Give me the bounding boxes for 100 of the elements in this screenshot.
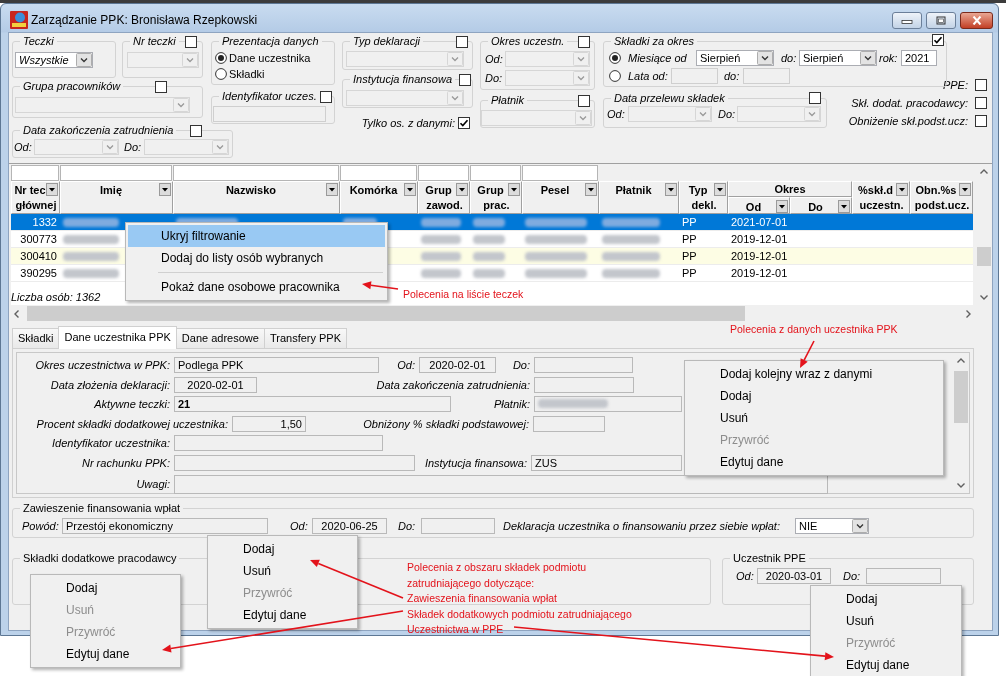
checkbox[interactable] [155, 81, 167, 93]
menu-item[interactable]: Edytuj dane [813, 654, 959, 676]
input-field[interactable]: 1,50 [232, 415, 306, 432]
filter-field[interactable] [11, 165, 59, 181]
redacted-text [63, 217, 119, 227]
radio-label[interactable]: Dane uczestnika [229, 52, 311, 64]
checkbox[interactable] [975, 79, 987, 91]
input-field[interactable] [866, 568, 941, 584]
column-header[interactable]: %skł.d uczestn. [852, 181, 910, 214]
checkbox[interactable] [320, 91, 332, 103]
tab[interactable]: Transfery PPK [263, 328, 348, 348]
checkbox-label: Skł. dodat. pracodawcy: [851, 97, 968, 109]
scrollbar-thumb[interactable] [27, 306, 745, 321]
radio-label[interactable]: Lata od: [628, 70, 669, 82]
annotation-text: Polecenia z obszaru składek podmiotu zatrudniającego dotyczące: Zawieszenia finansowania wpłat Składek dodatkowych podmiotu zatrudniającego Uczestnictwa w PPE [407, 560, 632, 637]
group-label: Prezentacja danych [219, 34, 322, 48]
input-field[interactable]: ZUS [531, 454, 682, 471]
column-header[interactable]: Obn.%s podst.ucz. [910, 181, 973, 214]
dropdown[interactable]: Wszystkie [15, 52, 93, 68]
checkbox[interactable] [185, 36, 197, 48]
checkbox[interactable] [459, 74, 471, 86]
menu-item[interactable]: Edytuj dane [687, 451, 941, 473]
dropdown[interactable]: Sierpień [799, 50, 877, 66]
column-header[interactable]: Grup zawod. [418, 181, 470, 214]
input-field[interactable] [421, 518, 495, 534]
checkbox[interactable] [932, 34, 944, 46]
scrollbar-thumb[interactable] [954, 371, 968, 423]
column-header[interactable]: Nazwisko [173, 181, 340, 214]
checkbox[interactable] [975, 115, 987, 127]
input-field[interactable] [534, 376, 634, 393]
column-header[interactable]: Komórka [340, 181, 418, 214]
input-field[interactable]: Przestój ekonomiczny [62, 518, 268, 534]
scrollbar-thumb[interactable] [977, 247, 991, 266]
input-field[interactable] [534, 396, 682, 413]
input-field[interactable]: 21 [174, 396, 451, 413]
input-field[interactable] [671, 68, 718, 84]
column-header[interactable]: Imię [60, 181, 173, 214]
group-label: Nr teczki [130, 34, 179, 48]
close-button[interactable] [960, 12, 993, 29]
menu-item[interactable]: Dodaj [687, 385, 941, 407]
column-header[interactable]: Do [790, 197, 852, 214]
filter-field[interactable] [340, 165, 417, 181]
tab[interactable]: Dane uczestnika PPK [58, 326, 177, 349]
radio-button[interactable] [609, 70, 621, 82]
column-header[interactable]: Grup prac. [470, 181, 522, 214]
menu-item[interactable]: Edytuj dane [210, 604, 355, 626]
input-field[interactable] [174, 435, 383, 452]
checkbox[interactable] [578, 95, 590, 107]
dropdown[interactable]: Sierpień [696, 50, 774, 66]
input-field[interactable] [534, 357, 633, 373]
checkbox[interactable] [456, 36, 468, 48]
column-header[interactable]: Pesel [522, 181, 599, 214]
menu-item[interactable]: Dodaj [813, 588, 959, 610]
checkbox[interactable] [190, 125, 202, 137]
redacted-text [63, 234, 119, 244]
input-field[interactable] [743, 68, 790, 84]
checkbox[interactable] [975, 97, 987, 109]
menu-item[interactable]: Usuń [210, 560, 355, 582]
filter-field[interactable] [470, 165, 521, 181]
tab[interactable]: Składki [12, 328, 60, 348]
chevron-down-icon [573, 71, 589, 85]
radio-button[interactable] [609, 52, 621, 64]
input-field[interactable] [174, 454, 415, 471]
column-header[interactable]: Płatnik [599, 181, 679, 214]
menu-item[interactable]: Dodaj [33, 577, 178, 599]
column-header[interactable]: Od [728, 197, 790, 214]
checkbox[interactable] [458, 117, 470, 129]
maximize-button[interactable] [926, 12, 956, 29]
menu-item[interactable]: Edytuj dane [33, 643, 178, 665]
radio-label[interactable]: Miesiące od [628, 52, 692, 64]
tab[interactable]: Dane adresowe [175, 328, 265, 348]
filter-field[interactable] [60, 165, 172, 181]
input-field[interactable]: 2021 [901, 50, 937, 66]
column-header[interactable]: Typ dekl. [679, 181, 728, 214]
column-header[interactable]: Nr tec głównej [11, 181, 60, 214]
input-field[interactable] [533, 415, 605, 432]
menu-item[interactable]: Usuń [813, 610, 959, 632]
menu-item[interactable]: Dodaj kolejny wraz z danymi [687, 363, 941, 385]
dropdown[interactable]: NIE [795, 518, 869, 534]
input-field[interactable]: 2020-03-01 [757, 568, 831, 584]
radio-label[interactable]: Składki [229, 68, 265, 80]
checkbox[interactable] [809, 92, 821, 104]
column-header[interactable]: Okres [728, 181, 852, 197]
checkbox[interactable] [578, 36, 590, 48]
menu-item[interactable]: Dodaj [210, 538, 355, 560]
menu-item[interactable]: Ukryj filtrowanie [128, 225, 385, 247]
input-field[interactable] [174, 474, 828, 494]
input-field[interactable]: 2020-02-01 [419, 357, 496, 373]
radio-button[interactable] [215, 52, 227, 64]
filter-field[interactable] [173, 165, 339, 181]
radio-button[interactable] [215, 68, 227, 80]
input-field[interactable]: Podlega PPK [174, 357, 379, 373]
field-label: do: [781, 52, 797, 64]
input-field[interactable]: 2020-02-01 [174, 376, 257, 393]
input-field[interactable] [213, 106, 326, 122]
input-field[interactable]: 2020-06-25 [312, 518, 387, 534]
filter-field[interactable] [418, 165, 469, 181]
menu-item[interactable]: Usuń [687, 407, 941, 429]
minimize-button[interactable] [892, 12, 922, 29]
filter-field[interactable] [522, 165, 598, 181]
